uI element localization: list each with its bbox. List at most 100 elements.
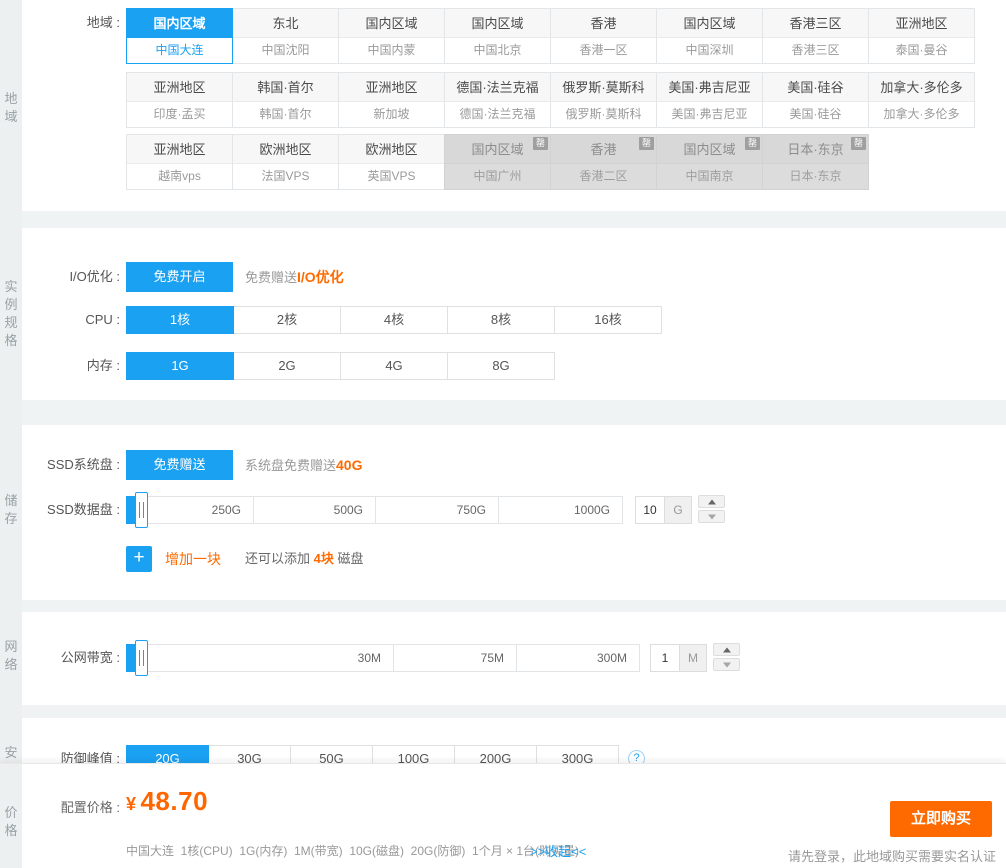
region-option-siliconvalley[interactable]: 美国·硅谷 美国·硅谷 — [762, 72, 869, 128]
memory-option-4g[interactable]: 4G — [340, 352, 448, 380]
price-field-label: 配置价格 : — [22, 797, 120, 816]
cpu-option-16core[interactable]: 16核 — [554, 306, 662, 334]
region-name-label: 俄罗斯·莫斯科 — [551, 102, 656, 127]
region-group-label: 欧洲地区 — [233, 135, 338, 164]
data-disk-slider[interactable]: 250G 500G 750G 1000G — [126, 496, 623, 524]
region-option-mumbai[interactable]: 亚洲地区 印度·孟买 — [126, 72, 233, 128]
region-option-moscow[interactable]: 俄罗斯·莫斯科 俄罗斯·莫斯科 — [550, 72, 657, 128]
cpu-option-2core[interactable]: 2核 — [233, 306, 341, 334]
region-option-dalian[interactable]: 国内区域 中国大连 — [126, 8, 233, 64]
region-name-label: 香港三区 — [763, 38, 868, 63]
region-group-label: 韩国·首尔 — [233, 73, 338, 102]
region-name-label: 法国VPS — [233, 164, 338, 189]
region-option-hongkong-3[interactable]: 香港三区 香港三区 — [762, 8, 869, 64]
system-disk-field-label: SSD系统盘 : — [22, 450, 120, 480]
region-option-singapore[interactable]: 亚洲地区 新加坡 — [338, 72, 445, 128]
section-label-storage: 储存 — [0, 492, 22, 528]
data-disk-stop-1000g[interactable]: 1000G — [498, 496, 623, 524]
add-disk-hint-post: 磁盘 — [334, 551, 364, 566]
add-disk-label[interactable]: 增加一块 — [165, 546, 221, 572]
bandwidth-stop-300m[interactable]: 300M — [516, 644, 640, 672]
data-disk-stop-250g[interactable]: 250G — [139, 496, 254, 524]
region-option-beijing[interactable]: 国内区域 中国北京 — [444, 8, 551, 64]
system-disk-hint-text: 系统盘免费赠送 — [245, 458, 336, 473]
region-option-vietnam[interactable]: 亚洲地区 越南vps — [126, 134, 233, 190]
region-group-label: 亚洲地区 — [127, 135, 232, 164]
bandwidth-size-input[interactable] — [650, 644, 680, 672]
region-group-label: 亚洲地区 — [339, 73, 444, 102]
cpu-option-4core[interactable]: 4核 — [340, 306, 448, 334]
data-disk-stop-750g[interactable]: 750G — [375, 496, 499, 524]
bandwidth-slider-fill — [126, 644, 140, 672]
bandwidth-slider[interactable]: 30M 75M 300M — [126, 644, 640, 672]
region-group-label: 国内区域 — [445, 9, 550, 38]
memory-options: 1G 2G 4G 8G — [126, 352, 555, 380]
config-summary: 中国大连 1核(CPU) 1G(内存) 1M(带宽) 10G(磁盘) 20G(防… — [126, 842, 579, 859]
price-bar: 价格 配置价格 : ¥ 48.70 中国大连 1核(CPU) 1G(内存) 1M… — [0, 763, 1006, 868]
system-disk-hint: 系统盘免费赠送40G — [245, 450, 362, 480]
region-field-label: 地域 : — [22, 8, 120, 38]
bandwidth-stop-30m[interactable]: 30M — [139, 644, 394, 672]
system-disk-free-button[interactable]: 免费赠送 — [126, 450, 233, 480]
system-disk-hint-highlight: 40G — [336, 457, 362, 473]
add-disk-hint-pre: 还可以添加 — [245, 551, 314, 566]
arrow-up-icon — [708, 499, 716, 504]
memory-option-1g[interactable]: 1G — [126, 352, 234, 380]
price-amount: 48.70 — [140, 786, 208, 816]
io-enable-button[interactable]: 免费开启 — [126, 262, 233, 292]
memory-option-8g[interactable]: 8G — [447, 352, 555, 380]
region-row-3: 亚洲地区 越南vps 欧洲地区 法国VPS 欧洲地区 英国VPS 罄 国内区域 … — [126, 134, 869, 190]
section-label-network: 网络 — [0, 638, 22, 674]
region-option-uk[interactable]: 欧洲地区 英国VPS — [338, 134, 445, 190]
data-disk-spinner — [698, 495, 725, 523]
region-option-hongkong-1[interactable]: 香港 香港一区 — [550, 8, 657, 64]
region-option-seoul[interactable]: 韩国·首尔 韩国·首尔 — [232, 72, 339, 128]
region-option-neimeng[interactable]: 国内区域 中国内蒙 — [338, 8, 445, 64]
memory-option-2g[interactable]: 2G — [233, 352, 341, 380]
region-option-toronto[interactable]: 加拿大·多伦多 加拿大·多伦多 — [868, 72, 975, 128]
data-disk-size-input[interactable] — [635, 496, 665, 524]
region-option-shenyang[interactable]: 东北 中国沈阳 — [232, 8, 339, 64]
region-option-virginia[interactable]: 美国·弗吉尼亚 美国·弗吉尼亚 — [656, 72, 763, 128]
region-option-frankfurt[interactable]: 德国·法兰克福 德国·法兰克福 — [444, 72, 551, 128]
config-price: ¥ 48.70 — [126, 786, 208, 817]
region-name-label: 加拿大·多伦多 — [869, 102, 974, 127]
bandwidth-slider-handle[interactable] — [135, 640, 148, 676]
region-name-label: 韩国·首尔 — [233, 102, 338, 127]
cpu-option-1core[interactable]: 1核 — [126, 306, 234, 334]
arrow-down-icon — [708, 514, 716, 519]
data-disk-stop-500g[interactable]: 500G — [253, 496, 376, 524]
region-name-label: 英国VPS — [339, 164, 444, 189]
sold-out-badge: 罄 — [851, 137, 866, 150]
region-group-label: 国内区域 — [127, 9, 232, 38]
region-name-label: 中国大连 — [127, 38, 232, 63]
data-disk-decrease-button[interactable] — [698, 510, 725, 523]
region-group-label: 欧洲地区 — [339, 135, 444, 164]
bandwidth-decrease-button[interactable] — [713, 658, 740, 671]
region-name-label: 美国·弗吉尼亚 — [657, 102, 762, 127]
bandwidth-increase-button[interactable] — [713, 643, 740, 656]
buy-now-button[interactable]: 立即购买 — [890, 801, 992, 837]
bandwidth-size-group: M — [650, 644, 707, 672]
region-name-label: 美国·硅谷 — [763, 102, 868, 127]
region-name-label: 中国广州 — [445, 164, 550, 189]
region-group-label: 亚洲地区 — [127, 73, 232, 102]
region-option-france[interactable]: 欧洲地区 法国VPS — [232, 134, 339, 190]
io-hint: 免费赠送I/O优化 — [245, 262, 344, 292]
add-disk-button[interactable]: + — [126, 546, 152, 572]
region-option-bangkok[interactable]: 亚洲地区 泰国·曼谷 — [868, 8, 975, 64]
section-label-strip: 地域 实例规格 储存 网络 安全 — [0, 0, 22, 868]
section-label-instance: 实例规格 — [0, 278, 22, 350]
region-name-label: 印度·孟买 — [127, 102, 232, 127]
data-disk-slider-handle[interactable] — [135, 492, 148, 528]
region-name-label: 泰国·曼谷 — [869, 38, 974, 63]
login-hint: 请先登录，此地域购买需要实名认证 — [788, 846, 996, 865]
region-option-shenzhen[interactable]: 国内区域 中国深圳 — [656, 8, 763, 64]
collapse-link[interactable]: >>收起<< — [530, 841, 586, 860]
region-name-label: 中国内蒙 — [339, 38, 444, 63]
data-disk-increase-button[interactable] — [698, 495, 725, 508]
cpu-option-8core[interactable]: 8核 — [447, 306, 555, 334]
section-label-price: 价格 — [0, 804, 22, 840]
bandwidth-stop-75m[interactable]: 75M — [393, 644, 517, 672]
region-name-label: 香港二区 — [551, 164, 656, 189]
